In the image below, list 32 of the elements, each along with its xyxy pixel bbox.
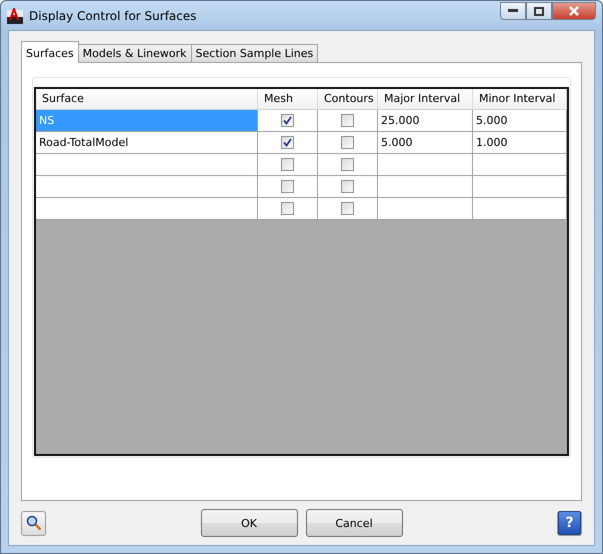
magnifier-icon bbox=[26, 515, 42, 531]
help-button[interactable]: ? bbox=[558, 511, 581, 535]
checkbox[interactable] bbox=[341, 158, 354, 171]
checkbox[interactable] bbox=[341, 114, 354, 127]
checkbox[interactable] bbox=[281, 202, 294, 215]
minimize-icon bbox=[508, 9, 518, 13]
minimize-button[interactable] bbox=[500, 2, 526, 20]
checkbox[interactable] bbox=[281, 114, 294, 127]
close-icon bbox=[568, 6, 580, 16]
close-button[interactable] bbox=[552, 2, 596, 20]
maximize-icon bbox=[534, 6, 544, 16]
column-header[interactable]: Mesh bbox=[258, 89, 318, 109]
checkbox[interactable] bbox=[341, 136, 354, 149]
checkbox[interactable] bbox=[281, 158, 294, 171]
column-header[interactable]: Major Interval bbox=[378, 89, 473, 109]
checkbox[interactable] bbox=[281, 136, 294, 149]
tab[interactable]: Section Sample Lines bbox=[190, 44, 318, 62]
column-header[interactable]: Surface bbox=[36, 89, 258, 109]
table-cell[interactable] bbox=[36, 198, 258, 220]
tab[interactable]: Surfaces bbox=[21, 41, 79, 63]
app-logo-icon bbox=[7, 8, 23, 24]
column-header[interactable]: Contours bbox=[318, 89, 378, 109]
checkbox[interactable] bbox=[341, 180, 354, 193]
column-header[interactable]: Minor Interval bbox=[473, 89, 567, 109]
checkbox[interactable] bbox=[281, 180, 294, 193]
dialog-button[interactable]: OK bbox=[200, 509, 298, 537]
dialog-button[interactable]: Cancel bbox=[306, 509, 402, 537]
checkbox[interactable] bbox=[341, 202, 354, 215]
tab[interactable]: Models & Linework bbox=[78, 44, 192, 62]
window-title: Display Control for Surfaces bbox=[29, 8, 198, 22]
maximize-button[interactable] bbox=[526, 2, 552, 20]
zoom-button[interactable] bbox=[21, 510, 46, 536]
